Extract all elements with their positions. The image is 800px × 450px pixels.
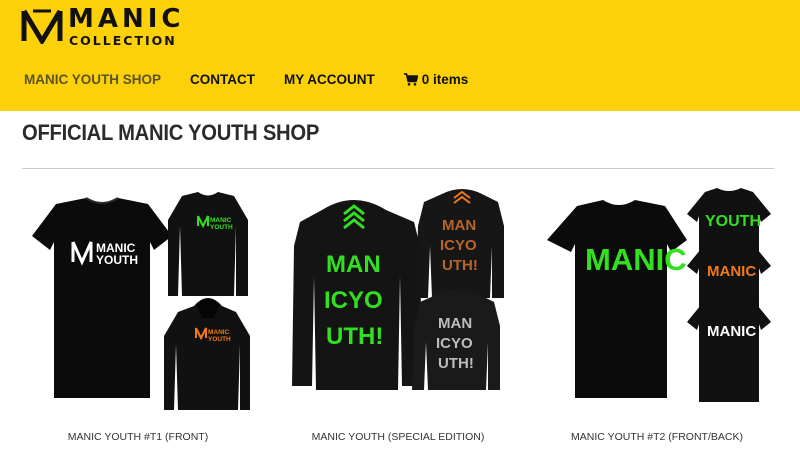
product-image[interactable]: MANIC YOUTH MANIC YOUTH MANIC YOUTH [22,186,254,416]
svg-text:MANIC: MANIC [707,263,756,280]
product-title[interactable]: MANIC YOUTH #T2 (FRONT/BACK) [541,431,773,443]
logo-word-collection: COLLECTION [69,33,177,48]
product-card[interactable]: MANIC YOUTH MANIC MANIC MANIC YOUTH #T2 … [541,186,773,443]
cart-count-label: 0 items [421,71,469,87]
product-image[interactable]: MANIC YOUTH MANIC MANIC [541,186,773,416]
svg-text:YOUTH: YOUTH [705,213,761,230]
print-line-3: UTH! [326,323,383,350]
svg-text:UTH!: UTH! [442,257,478,274]
product-title[interactable]: MANIC YOUTH #T1 (FRONT) [22,431,254,443]
nav-item-cart[interactable]: 0 items [403,71,469,87]
product-card[interactable]: MANIC YOUTH MANIC YOUTH MANIC YOUTH MANI… [22,186,254,443]
print-line-2: ICYO [324,287,383,314]
product-card[interactable]: MAN ICYO UTH! MAN ICYO UTH! MAN ICYO UTH… [282,186,514,443]
print-front-text: MANIC [585,242,687,277]
title-divider [22,168,774,169]
svg-text:ICYO: ICYO [436,335,473,352]
svg-text:YOUTH: YOUTH [208,336,231,343]
page-title: OFFICIAL MANIC YOUTH SHOP [22,120,320,145]
svg-text:YOUTH: YOUTH [210,224,233,231]
svg-text:MANIC: MANIC [210,217,232,224]
product-title[interactable]: MANIC YOUTH (SPECIAL EDITION) [282,431,514,443]
logo-word-manic: MANIC [68,4,185,34]
svg-text:MAN: MAN [438,315,472,332]
print-youth-text: YOUTH [96,253,138,267]
print-line-1: MAN [326,251,381,278]
svg-text:UTH!: UTH! [438,355,474,372]
nav-item-my-account[interactable]: MY ACCOUNT [284,72,375,87]
svg-text:MANIC: MANIC [208,329,230,336]
shopping-cart-icon [403,72,418,86]
site-header: MANIC COLLECTION MANIC YOUTH SHOP CONTAC… [0,0,800,111]
manic-logo-icon [21,9,63,44]
svg-text:MANIC: MANIC [707,323,756,340]
product-image[interactable]: MAN ICYO UTH! MAN ICYO UTH! MAN ICYO UTH… [282,186,514,416]
svg-text:ICYO: ICYO [440,237,477,254]
main-nav: MANIC YOUTH SHOP CONTACT MY ACCOUNT 0 it… [24,70,497,88]
nav-item-manic-youth-shop[interactable]: MANIC YOUTH SHOP [24,72,161,87]
nav-item-contact[interactable]: CONTACT [190,72,255,87]
site-logo[interactable]: MANIC COLLECTION [21,4,191,48]
svg-text:MAN: MAN [442,217,476,234]
